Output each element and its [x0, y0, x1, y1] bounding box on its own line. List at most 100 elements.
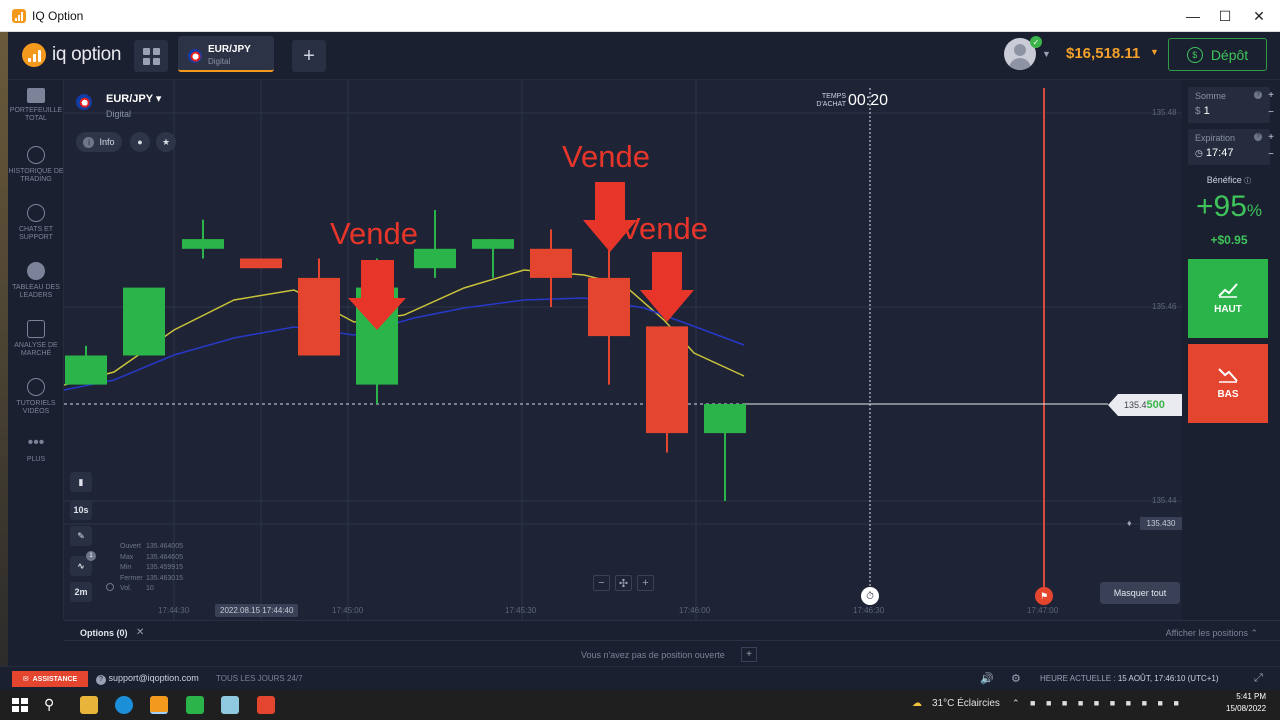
sidebar-item-history[interactable]: HISTORIQUE DE TRADING: [8, 146, 64, 184]
asset-tab-name: EUR/JPY: [208, 44, 251, 55]
assistance-button[interactable]: ✉ ASSISTANCE: [12, 671, 88, 687]
hide-all-button[interactable]: Masquer tout: [1100, 582, 1180, 604]
taskbar-clock[interactable]: 5:41 PM 15/08/2022: [1226, 691, 1266, 715]
logo[interactable]: iq option: [22, 43, 121, 67]
sidebar-item-market-analysis[interactable]: ANALYSE DE MARCHÉ: [8, 320, 64, 358]
candle-body: [123, 287, 165, 356]
chart-down-icon: [1218, 368, 1238, 383]
chart-asset-name[interactable]: EUR/JPY ▾: [106, 92, 161, 105]
zoom-in-button[interactable]: +: [637, 575, 654, 591]
help-icon[interactable]: ?: [1254, 91, 1262, 99]
x-tick: 17:44:30: [158, 606, 190, 615]
more-icon: •••: [27, 434, 45, 451]
grid-menu-button[interactable]: [134, 40, 168, 72]
help-icon: ?: [96, 675, 106, 685]
candle-body: [240, 258, 282, 269]
options-bar: Options (0) ✕ Afficher les positions ⌃ V…: [64, 620, 1280, 666]
zoom-reset-button[interactable]: ✣: [615, 575, 632, 591]
market-analysis-icon: [27, 320, 45, 338]
sidebar-item-leaderboard[interactable]: TABLEAU DES LEADERS: [8, 262, 64, 300]
vende-annotation-1: Vende: [330, 216, 418, 251]
recorder-icon[interactable]: [257, 696, 275, 714]
gear-icon[interactable]: ⚙: [1011, 672, 1021, 685]
info-button[interactable]: i Info: [76, 132, 122, 152]
benefit-percent: +95%: [1195, 190, 1262, 223]
expiration-field[interactable]: Expiration ? ◷ 17:47 + −: [1188, 129, 1274, 165]
star-icon[interactable]: ★: [156, 132, 176, 152]
no-position-text: Vous n'avez pas de position ouverte: [581, 650, 725, 660]
amount-stepper[interactable]: + −: [1266, 87, 1276, 121]
asset-tab-eurjpy[interactable]: EUR/JPY Digital: [178, 36, 274, 72]
help-icon[interactable]: ?: [1254, 133, 1262, 141]
show-positions-link[interactable]: Afficher les positions ⌃: [1166, 628, 1258, 639]
chart-asset-type: Digital: [106, 109, 132, 119]
app-icon: [12, 8, 26, 23]
up-button[interactable]: HAUT: [1188, 259, 1268, 338]
support-email[interactable]: ? support@iqoption.com: [96, 673, 199, 685]
expiration-label: Expiration: [1195, 133, 1236, 143]
alarm-price-tag[interactable]: 135.430: [1140, 517, 1182, 530]
deposit-label: Dépôt: [1210, 46, 1249, 63]
close-icon[interactable]: ✕: [136, 627, 144, 638]
chevron-down-icon[interactable]: ▼: [1042, 49, 1051, 59]
sidebar-item-chat[interactable]: CHATS ET SUPPORT: [8, 204, 64, 242]
add-position-button[interactable]: +: [741, 647, 757, 662]
bell-icon[interactable]: ♦: [1127, 518, 1132, 528]
expiration-value[interactable]: ◷ 17:47: [1195, 147, 1233, 159]
candle-body: [182, 239, 224, 249]
weather-text[interactable]: 31°C Éclaircies: [932, 698, 1000, 709]
window-title: IQ Option: [32, 8, 84, 23]
amount-field[interactable]: Somme ? $ 1 + −: [1188, 87, 1274, 123]
benefit-amount: +$0.95: [1210, 233, 1248, 247]
windows-taskbar: ⚲ ☁ 31°C Éclaircies ⌃ ■ ■ ■ ■ ■ ■ ■ ■ ■ …: [0, 690, 1280, 720]
fullscreen-icon[interactable]: ⤢: [1254, 672, 1263, 685]
benefit-label: Bénéfice ⓘ: [1206, 175, 1252, 185]
stopwatch-icon: ⏱: [861, 587, 879, 605]
folder-icon[interactable]: [80, 696, 98, 714]
chat-icon: [27, 204, 45, 222]
search-icon[interactable]: ⚲: [44, 696, 62, 714]
zoom-out-button[interactable]: −: [593, 575, 610, 591]
pencil-icon[interactable]: ✎: [70, 526, 92, 546]
account-balance[interactable]: $16,518.11: [1066, 45, 1140, 62]
sidebar-item-tutorials[interactable]: TUTORIELS VIDÉOS: [8, 378, 64, 416]
iqoption-taskbar-icon[interactable]: [150, 696, 168, 714]
options-tab[interactable]: Options (0): [80, 628, 128, 638]
app-icon[interactable]: [221, 696, 239, 714]
sidebar-item-more[interactable]: ••• PLUS: [8, 434, 64, 464]
x-tick: 17:47:00: [1027, 606, 1059, 615]
system-tray-icons[interactable]: ⌃ ■ ■ ■ ■ ■ ■ ■ ■ ■ ■: [1012, 698, 1183, 709]
balance-chevron-down-icon[interactable]: ▼: [1150, 47, 1159, 57]
candle-body: [356, 287, 398, 385]
x-tick: 17:45:00: [332, 606, 364, 615]
eurjpy-flag-icon: [188, 49, 202, 63]
down-button[interactable]: BAS: [1188, 344, 1268, 423]
deposit-button[interactable]: $ Dépôt: [1168, 38, 1267, 71]
edge-browser-icon[interactable]: [115, 696, 133, 714]
add-asset-button[interactable]: +: [292, 40, 326, 72]
close-window-button[interactable]: ✕: [1242, 0, 1276, 32]
bell-icon[interactable]: ●: [130, 132, 150, 152]
window-titlebar: IQ Option — ☐ ✕: [0, 0, 1280, 32]
desktop-edge: [0, 32, 8, 688]
windows-start-icon[interactable]: [10, 696, 28, 714]
interval-button[interactable]: 10s: [70, 500, 92, 520]
trade-panel: Somme ? $ 1 + − Expiration ? ◷ 17:47 + − B…: [1182, 80, 1280, 620]
sidebar-item-portfolio[interactable]: PORTEFEUILLE TOTAL: [8, 88, 64, 123]
expiration-stepper[interactable]: + −: [1266, 129, 1276, 163]
leaderboard-icon: [27, 262, 45, 280]
chart-type-button[interactable]: ▮: [70, 472, 92, 492]
y-tick: 135.44: [1152, 496, 1177, 505]
settings-gear-icon[interactable]: [106, 583, 114, 591]
timeframe-button[interactable]: 2m: [70, 582, 92, 602]
maximize-button[interactable]: ☐: [1208, 0, 1242, 32]
logo-text: iq option: [52, 44, 122, 65]
eurjpy-flag-icon: [76, 94, 92, 110]
ma-blue-line: [64, 297, 745, 391]
camtasia-icon[interactable]: [186, 696, 204, 714]
price-chart[interactable]: EUR/JPY ▾ Digital i Info ● ★ TEMPS D'ACH…: [64, 80, 1182, 620]
x-tick: 17:46:30: [853, 606, 885, 615]
sound-icon[interactable]: 🔊: [980, 672, 994, 685]
amount-value[interactable]: $ 1: [1195, 105, 1210, 117]
minimize-button[interactable]: —: [1176, 0, 1210, 32]
